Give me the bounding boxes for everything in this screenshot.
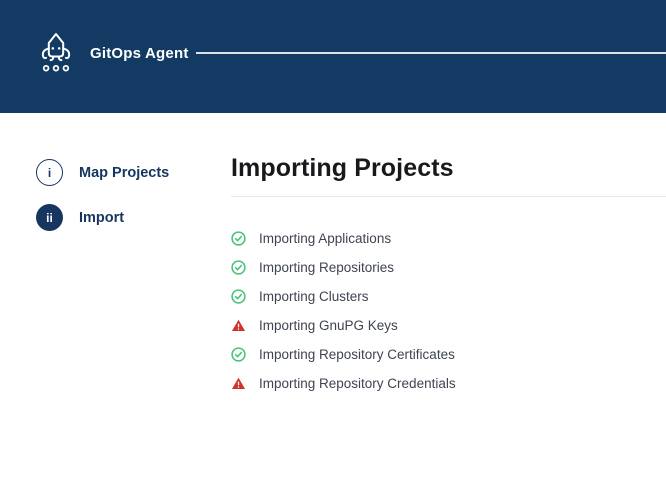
import-status-list: Importing Applications bbox=[231, 224, 666, 398]
header-divider-line bbox=[196, 52, 666, 54]
check-circle-icon bbox=[231, 231, 246, 246]
warning-triangle-icon bbox=[231, 376, 246, 391]
import-status-label: Importing Applications bbox=[259, 231, 391, 246]
import-status-item: Importing Repositories bbox=[231, 253, 666, 282]
import-status-item: Importing Applications bbox=[231, 224, 666, 253]
step-number-badge: i bbox=[36, 159, 63, 186]
main-pane: Importing Projects bbox=[231, 113, 666, 398]
import-status-label: Importing Repository Certificates bbox=[259, 347, 455, 362]
check-circle-icon bbox=[231, 260, 246, 275]
title-divider bbox=[231, 196, 666, 197]
wizard-step-import[interactable]: ii Import bbox=[36, 204, 226, 231]
import-status-label: Importing Repositories bbox=[259, 260, 394, 275]
import-status-label: Importing GnuPG Keys bbox=[259, 318, 398, 333]
page-title: Importing Projects bbox=[231, 154, 666, 183]
import-status-item: Importing Repository Certificates bbox=[231, 340, 666, 369]
import-status-label: Importing Repository Credentials bbox=[259, 376, 456, 391]
wizard-step-map-projects[interactable]: i Map Projects bbox=[36, 159, 226, 186]
warning-triangle-icon bbox=[231, 318, 246, 333]
app-title: GitOps Agent bbox=[90, 46, 189, 61]
import-status-item: Importing Clusters bbox=[231, 282, 666, 311]
import-status-item: Importing GnuPG Keys bbox=[231, 311, 666, 340]
wizard-sidebar: i Map Projects ii Import bbox=[36, 159, 226, 249]
check-circle-icon bbox=[231, 347, 246, 362]
wizard-step-label: Map Projects bbox=[79, 165, 169, 181]
step-number-badge-active: ii bbox=[36, 204, 63, 231]
app-header: GitOps Agent bbox=[0, 0, 666, 113]
import-status-item: Importing Repository Credentials bbox=[231, 369, 666, 398]
page-content: i Map Projects ii Import Importing Proje… bbox=[0, 113, 666, 483]
argo-squid-icon bbox=[38, 30, 74, 74]
import-status-label: Importing Clusters bbox=[259, 289, 369, 304]
check-circle-icon bbox=[231, 289, 246, 304]
wizard-step-label: Import bbox=[79, 210, 124, 226]
